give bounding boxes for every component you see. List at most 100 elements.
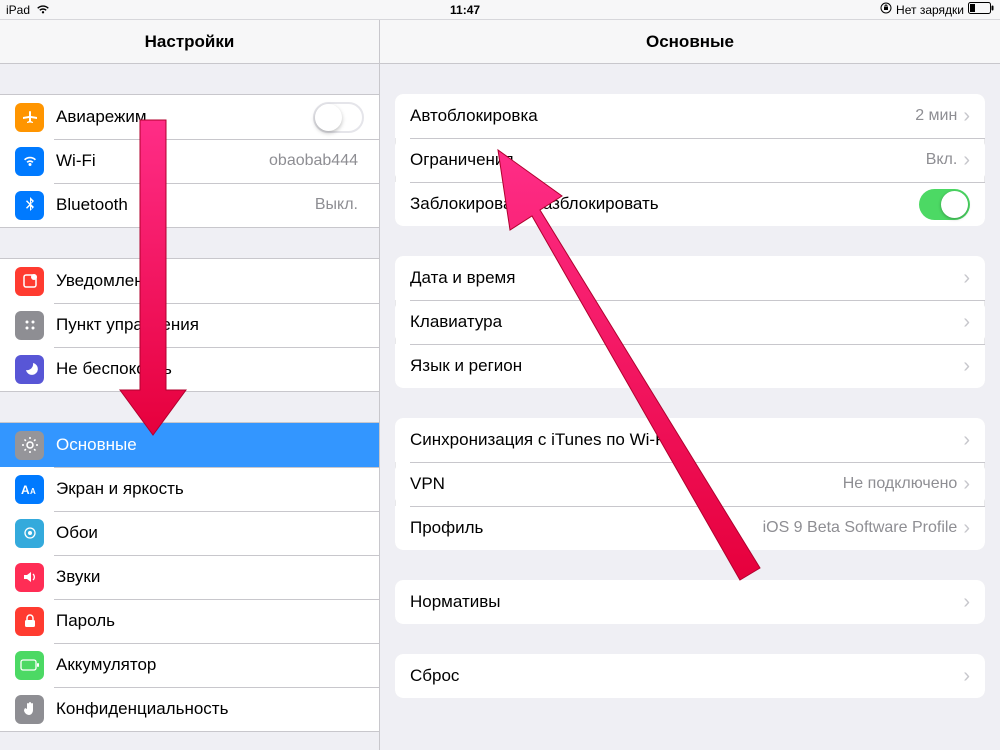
sidebar-item-dnd[interactable]: Не беспокоить xyxy=(0,347,379,391)
sidebar-item-notifications[interactable]: Уведомления xyxy=(0,259,379,303)
row-value: 2 мин xyxy=(915,107,957,125)
notifications-icon xyxy=(15,267,44,296)
row-label: Wi-Fi xyxy=(56,151,269,171)
row-label: Конфиденциальность xyxy=(56,699,364,719)
detail-item-autolock[interactable]: Автоблокировка 2 мин › xyxy=(395,94,985,138)
row-label: Пункт управления xyxy=(56,315,364,335)
wifi-icon xyxy=(15,147,44,176)
chevron-right-icon: › xyxy=(963,518,970,538)
status-bar: iPad 11:47 Нет зарядки xyxy=(0,0,1000,20)
detail-title: Основные xyxy=(380,20,1000,64)
sidebar-item-display[interactable]: AA Экран и яркость xyxy=(0,467,379,511)
row-label: Язык и регион xyxy=(410,356,963,376)
row-label: Не беспокоить xyxy=(56,359,364,379)
sidebar-item-sounds[interactable]: Звуки xyxy=(0,555,379,599)
sidebar-item-passcode[interactable]: Пароль xyxy=(0,599,379,643)
wallpaper-icon xyxy=(15,519,44,548)
detail-group-reset: Сброс › xyxy=(395,654,985,698)
sidebar-item-privacy[interactable]: Конфиденциальность xyxy=(0,687,379,731)
row-label: Синхронизация с iTunes по Wi-Fi xyxy=(410,430,963,450)
row-label: Заблокировать/разблокировать xyxy=(410,194,919,214)
device-label: iPad xyxy=(6,3,30,17)
moon-icon xyxy=(15,355,44,384)
battery-status-icon xyxy=(968,2,994,17)
detail-item-regulatory[interactable]: Нормативы › xyxy=(395,580,985,624)
row-value: Выкл. xyxy=(315,196,358,214)
row-value: iOS 9 Beta Software Profile xyxy=(763,519,958,537)
row-label: Уведомления xyxy=(56,271,364,291)
wifi-status-icon xyxy=(36,3,50,17)
row-label: Автоблокировка xyxy=(410,106,915,126)
detail-item-keyboard[interactable]: Клавиатура › xyxy=(395,300,985,344)
row-label: Аккумулятор xyxy=(56,655,364,675)
text-size-icon: AA xyxy=(15,475,44,504)
chevron-right-icon: › xyxy=(963,150,970,170)
detail-item-reset[interactable]: Сброс › xyxy=(395,654,985,698)
gear-icon xyxy=(15,431,44,460)
row-label: Обои xyxy=(56,523,364,543)
settings-sidebar: Настройки Авиарежим Wi-Fi obaobab444 xyxy=(0,20,380,750)
chevron-right-icon: › xyxy=(963,592,970,612)
chevron-right-icon: › xyxy=(963,430,970,450)
row-label: Звуки xyxy=(56,567,364,587)
detail-item-vpn[interactable]: VPN Не подключено › xyxy=(395,462,985,506)
row-label: Профиль xyxy=(410,518,763,538)
row-label: VPN xyxy=(410,474,843,494)
sidebar-group-connectivity: Авиарежим Wi-Fi obaobab444 Bluetooth Вык… xyxy=(0,94,379,228)
airplane-switch[interactable] xyxy=(313,102,364,133)
lock-icon xyxy=(15,607,44,636)
row-label: Bluetooth xyxy=(56,195,315,215)
detail-item-itunes-wifi[interactable]: Синхронизация с iTunes по Wi-Fi › xyxy=(395,418,985,462)
detail-item-language[interactable]: Язык и регион › xyxy=(395,344,985,388)
speaker-icon xyxy=(15,563,44,592)
chevron-right-icon: › xyxy=(963,474,970,494)
detail-group-regulatory: Нормативы › xyxy=(395,580,985,624)
chevron-right-icon: › xyxy=(963,268,970,288)
airplane-icon xyxy=(15,103,44,132)
detail-item-lockunlock[interactable]: Заблокировать/разблокировать xyxy=(395,182,985,226)
row-label: Дата и время xyxy=(410,268,963,288)
detail-group-locale: Дата и время › Клавиатура › Язык и регио… xyxy=(395,256,985,388)
lockunlock-switch[interactable] xyxy=(919,189,970,220)
row-value: Не подключено xyxy=(843,475,958,493)
row-label: Сброс xyxy=(410,666,963,686)
charge-status-text: Нет зарядки xyxy=(896,3,964,17)
row-label: Экран и яркость xyxy=(56,479,364,499)
sidebar-item-control-center[interactable]: Пункт управления xyxy=(0,303,379,347)
row-value: obaobab444 xyxy=(269,152,358,170)
sidebar-group-alerts: Уведомления Пункт управления Не беспокои… xyxy=(0,258,379,392)
sidebar-group-device: Основные AA Экран и яркость Обои Звуки xyxy=(0,422,379,732)
orientation-lock-icon xyxy=(880,2,892,17)
row-label: Авиарежим xyxy=(56,107,313,127)
detail-panel: Основные Автоблокировка 2 мин › Ограниче… xyxy=(380,20,1000,750)
sidebar-item-battery[interactable]: Аккумулятор xyxy=(0,643,379,687)
row-label: Основные xyxy=(56,435,364,455)
hand-icon xyxy=(15,695,44,724)
svg-text:A: A xyxy=(30,487,36,496)
detail-item-datetime[interactable]: Дата и время › xyxy=(395,256,985,300)
row-label: Клавиатура xyxy=(410,312,963,332)
sidebar-title: Настройки xyxy=(0,20,379,64)
detail-group-sync: Синхронизация с iTunes по Wi-Fi › VPN Не… xyxy=(395,418,985,550)
row-value: Вкл. xyxy=(926,151,958,169)
sidebar-item-airplane[interactable]: Авиарежим xyxy=(0,95,379,139)
sidebar-item-general[interactable]: Основные xyxy=(0,423,379,467)
chevron-right-icon: › xyxy=(963,312,970,332)
status-time: 11:47 xyxy=(50,3,880,17)
control-center-icon xyxy=(15,311,44,340)
chevron-right-icon: › xyxy=(963,106,970,126)
detail-item-restrictions[interactable]: Ограничения Вкл. › xyxy=(395,138,985,182)
chevron-right-icon: › xyxy=(963,356,970,376)
bluetooth-icon xyxy=(15,191,44,220)
row-label: Ограничения xyxy=(410,150,926,170)
sidebar-item-wallpaper[interactable]: Обои xyxy=(0,511,379,555)
chevron-right-icon: › xyxy=(963,666,970,686)
row-label: Нормативы xyxy=(410,592,963,612)
detail-group-lock: Автоблокировка 2 мин › Ограничения Вкл. … xyxy=(395,94,985,226)
svg-text:A: A xyxy=(21,483,30,496)
sidebar-item-bluetooth[interactable]: Bluetooth Выкл. xyxy=(0,183,379,227)
detail-item-profile[interactable]: Профиль iOS 9 Beta Software Profile › xyxy=(395,506,985,550)
row-label: Пароль xyxy=(56,611,364,631)
sidebar-item-wifi[interactable]: Wi-Fi obaobab444 xyxy=(0,139,379,183)
battery-icon xyxy=(15,651,44,680)
